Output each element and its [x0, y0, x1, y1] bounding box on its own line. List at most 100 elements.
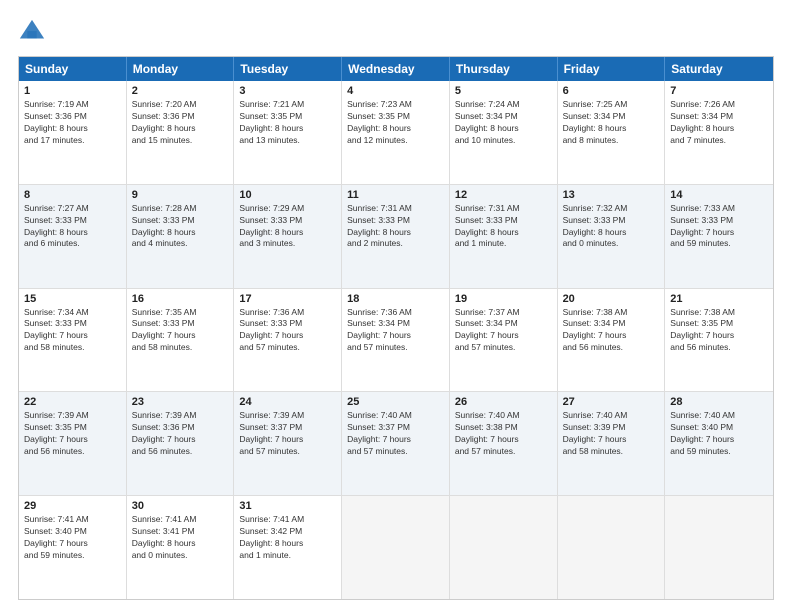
- cell-info: Sunrise: 7:20 AMSunset: 3:36 PMDaylight:…: [132, 99, 229, 147]
- calendar-cell-15: 15 Sunrise: 7:34 AMSunset: 3:33 PMDayligh…: [19, 289, 127, 392]
- calendar-cell-6: 6Sunrise: 7:25 AMSunset: 3:34 PMDaylight…: [558, 81, 666, 184]
- calendar-row-5: 29 Sunrise: 7:41 AMSunset: 3:40 PMDayligh…: [19, 496, 773, 599]
- day-number: 20: [563, 293, 660, 305]
- cell-info: Sunrise: 7:40 AMSunset: 3:39 PMDaylight:…: [563, 410, 660, 458]
- cell-info: Sunrise: 7:33 AMSunset: 3:33 PMDaylight:…: [670, 203, 768, 251]
- calendar-cell-26: 26 Sunrise: 7:40 AMSunset: 3:38 PMDayligh…: [450, 392, 558, 495]
- cell-info: Sunrise: 7:38 AMSunset: 3:34 PMDaylight:…: [563, 307, 660, 355]
- day-number: 15: [24, 293, 121, 305]
- day-number: 9: [132, 189, 229, 201]
- calendar-cell-16: 16Sunrise: 7:35 AMSunset: 3:33 PMDayligh…: [127, 289, 235, 392]
- calendar-cell-11: 11 Sunrise: 7:31 AMSunset: 3:33 PMDayligh…: [342, 185, 450, 288]
- cell-info: Sunrise: 7:19 AMSunset: 3:36 PMDaylight:…: [24, 99, 121, 147]
- calendar-cell-5: 5 Sunrise: 7:24 AMSunset: 3:34 PMDaylight…: [450, 81, 558, 184]
- day-number: 18: [347, 293, 444, 305]
- calendar-cell-8: 8 Sunrise: 7:27 AMSunset: 3:33 PMDaylight…: [19, 185, 127, 288]
- calendar-body: 1 Sunrise: 7:19 AMSunset: 3:36 PMDaylight…: [19, 81, 773, 599]
- calendar: SundayMondayTuesdayWednesdayThursdayFrid…: [18, 56, 774, 600]
- calendar-row-4: 22Sunrise: 7:39 AMSunset: 3:35 PMDayligh…: [19, 392, 773, 496]
- cell-info: Sunrise: 7:32 AMSunset: 3:33 PMDaylight:…: [563, 203, 660, 251]
- header-day-friday: Friday: [558, 57, 666, 81]
- logo-icon: [18, 18, 46, 46]
- header-day-saturday: Saturday: [665, 57, 773, 81]
- day-number: 6: [563, 85, 660, 97]
- cell-info: Sunrise: 7:31 AMSunset: 3:33 PMDaylight:…: [347, 203, 444, 251]
- calendar-cell-13: 13 Sunrise: 7:32 AMSunset: 3:33 PMDayligh…: [558, 185, 666, 288]
- calendar-cell-10: 10Sunrise: 7:29 AMSunset: 3:33 PMDayligh…: [234, 185, 342, 288]
- cell-info: Sunrise: 7:36 AMSunset: 3:33 PMDaylight:…: [239, 307, 336, 355]
- calendar-cell-4: 4 Sunrise: 7:23 AMSunset: 3:35 PMDaylight…: [342, 81, 450, 184]
- cell-info: Sunrise: 7:39 AMSunset: 3:36 PMDaylight:…: [132, 410, 229, 458]
- cell-info: Sunrise: 7:27 AMSunset: 3:33 PMDaylight:…: [24, 203, 121, 251]
- header-day-thursday: Thursday: [450, 57, 558, 81]
- day-number: 13: [563, 189, 660, 201]
- day-number: 4: [347, 85, 444, 97]
- cell-info: Sunrise: 7:29 AMSunset: 3:33 PMDaylight:…: [239, 203, 336, 251]
- day-number: 24: [239, 396, 336, 408]
- calendar-row-2: 8 Sunrise: 7:27 AMSunset: 3:33 PMDaylight…: [19, 185, 773, 289]
- calendar-cell-empty: [342, 496, 450, 599]
- calendar-cell-empty: [558, 496, 666, 599]
- logo: [18, 18, 50, 46]
- cell-info: Sunrise: 7:36 AMSunset: 3:34 PMDaylight:…: [347, 307, 444, 355]
- day-number: 12: [455, 189, 552, 201]
- cell-info: Sunrise: 7:34 AMSunset: 3:33 PMDaylight:…: [24, 307, 121, 355]
- calendar-cell-23: 23 Sunrise: 7:39 AMSunset: 3:36 PMDayligh…: [127, 392, 235, 495]
- day-number: 30: [132, 500, 229, 512]
- cell-info: Sunrise: 7:28 AMSunset: 3:33 PMDaylight:…: [132, 203, 229, 251]
- day-number: 5: [455, 85, 552, 97]
- header-day-tuesday: Tuesday: [234, 57, 342, 81]
- day-number: 22: [24, 396, 121, 408]
- cell-info: Sunrise: 7:40 AMSunset: 3:37 PMDaylight:…: [347, 410, 444, 458]
- calendar-cell-14: 14 Sunrise: 7:33 AMSunset: 3:33 PMDayligh…: [665, 185, 773, 288]
- cell-info: Sunrise: 7:38 AMSunset: 3:35 PMDaylight:…: [670, 307, 768, 355]
- calendar-cell-28: 28Sunrise: 7:40 AMSunset: 3:40 PMDayligh…: [665, 392, 773, 495]
- cell-info: Sunrise: 7:39 AMSunset: 3:37 PMDaylight:…: [239, 410, 336, 458]
- calendar-cell-17: 17 Sunrise: 7:36 AMSunset: 3:33 PMDayligh…: [234, 289, 342, 392]
- calendar-row-1: 1 Sunrise: 7:19 AMSunset: 3:36 PMDaylight…: [19, 81, 773, 185]
- calendar-cell-29: 29 Sunrise: 7:41 AMSunset: 3:40 PMDayligh…: [19, 496, 127, 599]
- header: [18, 18, 774, 46]
- cell-info: Sunrise: 7:40 AMSunset: 3:38 PMDaylight:…: [455, 410, 552, 458]
- day-number: 11: [347, 189, 444, 201]
- day-number: 19: [455, 293, 552, 305]
- cell-info: Sunrise: 7:21 AMSunset: 3:35 PMDaylight:…: [239, 99, 336, 147]
- header-day-sunday: Sunday: [19, 57, 127, 81]
- day-number: 17: [239, 293, 336, 305]
- calendar-cell-18: 18 Sunrise: 7:36 AMSunset: 3:34 PMDayligh…: [342, 289, 450, 392]
- day-number: 23: [132, 396, 229, 408]
- day-number: 26: [455, 396, 552, 408]
- header-day-monday: Monday: [127, 57, 235, 81]
- cell-info: Sunrise: 7:24 AMSunset: 3:34 PMDaylight:…: [455, 99, 552, 147]
- calendar-cell-2: 2 Sunrise: 7:20 AMSunset: 3:36 PMDaylight…: [127, 81, 235, 184]
- day-number: 25: [347, 396, 444, 408]
- cell-info: Sunrise: 7:23 AMSunset: 3:35 PMDaylight:…: [347, 99, 444, 147]
- calendar-cell-empty: [665, 496, 773, 599]
- page: SundayMondayTuesdayWednesdayThursdayFrid…: [0, 0, 792, 612]
- calendar-row-3: 15 Sunrise: 7:34 AMSunset: 3:33 PMDayligh…: [19, 289, 773, 393]
- day-number: 14: [670, 189, 768, 201]
- day-number: 2: [132, 85, 229, 97]
- day-number: 8: [24, 189, 121, 201]
- cell-info: Sunrise: 7:31 AMSunset: 3:33 PMDaylight:…: [455, 203, 552, 251]
- cell-info: Sunrise: 7:37 AMSunset: 3:34 PMDaylight:…: [455, 307, 552, 355]
- day-number: 28: [670, 396, 768, 408]
- cell-info: Sunrise: 7:41 AMSunset: 3:40 PMDaylight:…: [24, 514, 121, 562]
- calendar-cell-20: 20 Sunrise: 7:38 AMSunset: 3:34 PMDayligh…: [558, 289, 666, 392]
- calendar-cell-3: 3Sunrise: 7:21 AMSunset: 3:35 PMDaylight…: [234, 81, 342, 184]
- cell-info: Sunrise: 7:35 AMSunset: 3:33 PMDaylight:…: [132, 307, 229, 355]
- calendar-cell-27: 27Sunrise: 7:40 AMSunset: 3:39 PMDayligh…: [558, 392, 666, 495]
- cell-info: Sunrise: 7:41 AMSunset: 3:42 PMDaylight:…: [239, 514, 336, 562]
- day-number: 1: [24, 85, 121, 97]
- calendar-cell-7: 7Sunrise: 7:26 AMSunset: 3:34 PMDaylight…: [665, 81, 773, 184]
- calendar-cell-31: 31Sunrise: 7:41 AMSunset: 3:42 PMDayligh…: [234, 496, 342, 599]
- calendar-cell-empty: [450, 496, 558, 599]
- day-number: 7: [670, 85, 768, 97]
- cell-info: Sunrise: 7:41 AMSunset: 3:41 PMDaylight:…: [132, 514, 229, 562]
- calendar-cell-30: 30 Sunrise: 7:41 AMSunset: 3:41 PMDayligh…: [127, 496, 235, 599]
- calendar-cell-21: 21Sunrise: 7:38 AMSunset: 3:35 PMDayligh…: [665, 289, 773, 392]
- calendar-cell-22: 22Sunrise: 7:39 AMSunset: 3:35 PMDayligh…: [19, 392, 127, 495]
- calendar-cell-19: 19 Sunrise: 7:37 AMSunset: 3:34 PMDayligh…: [450, 289, 558, 392]
- day-number: 29: [24, 500, 121, 512]
- calendar-header: SundayMondayTuesdayWednesdayThursdayFrid…: [19, 57, 773, 81]
